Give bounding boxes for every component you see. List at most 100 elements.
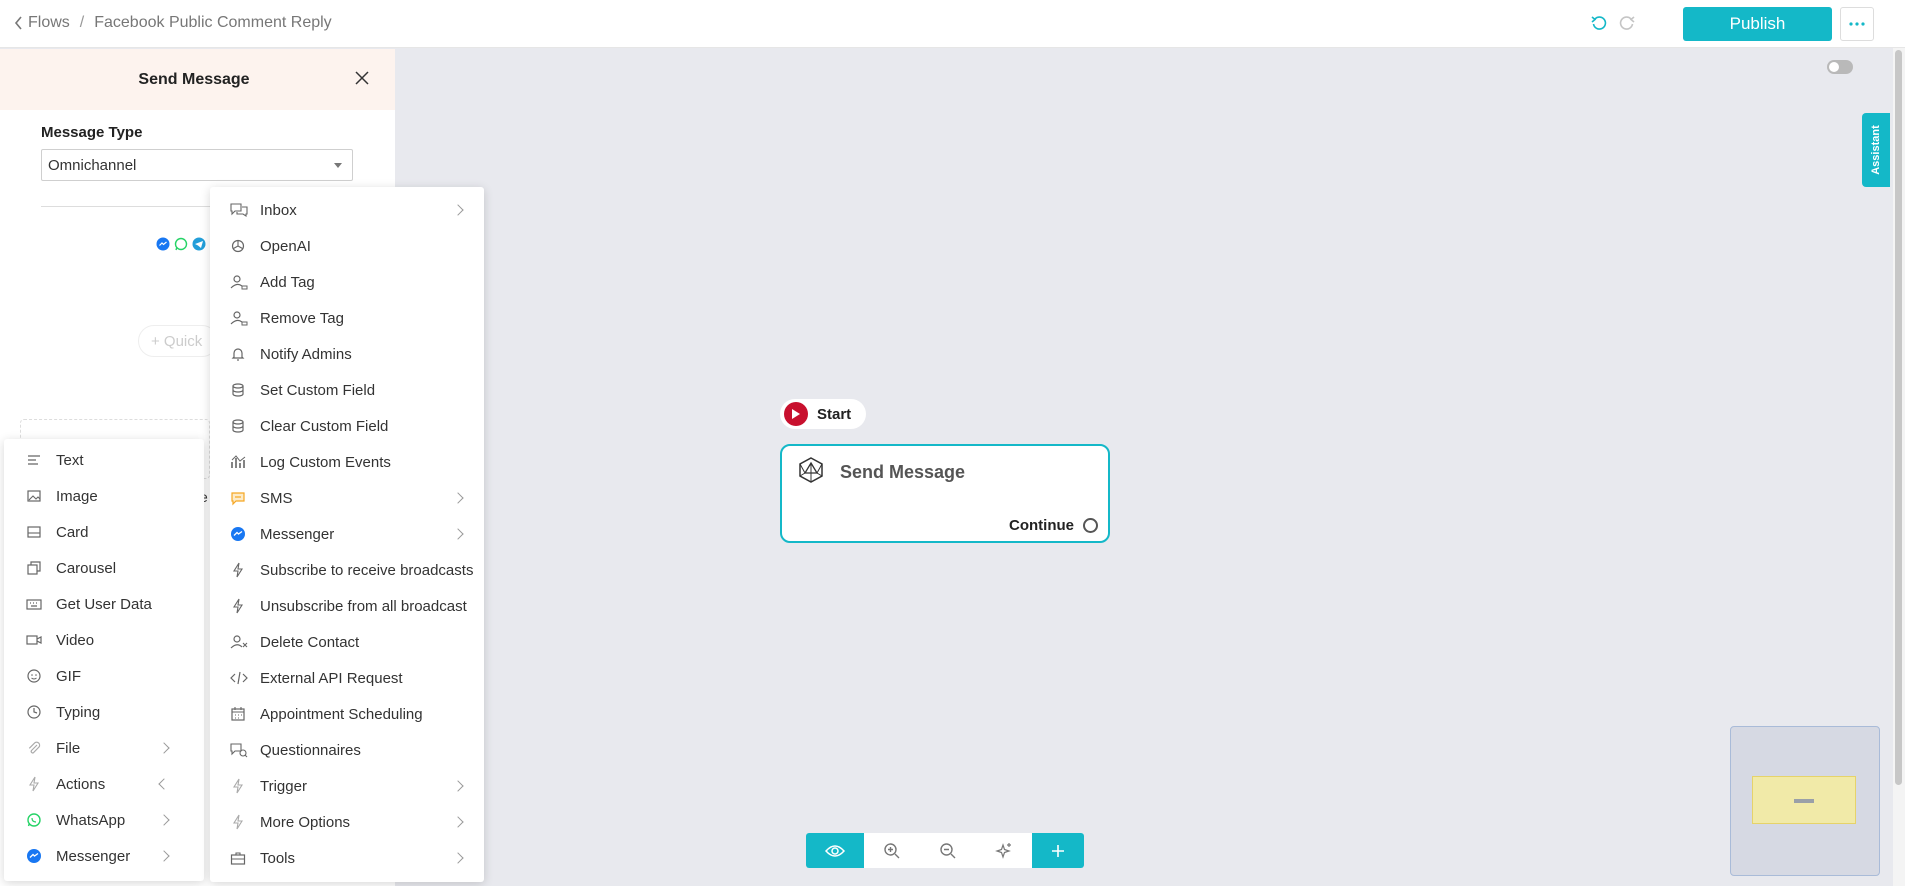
- menu-item-label: Text: [56, 451, 84, 469]
- menu-item-actions[interactable]: Actions: [26, 766, 196, 802]
- zoom-in-button[interactable]: [864, 833, 920, 868]
- start-node[interactable]: Start: [780, 399, 866, 429]
- menu-item-carousel[interactable]: Carousel: [26, 550, 196, 586]
- menu-item-label: Trigger: [260, 777, 307, 795]
- eye-icon: [825, 844, 845, 858]
- menu-item-messenger[interactable]: Messenger: [26, 838, 196, 874]
- gif-icon: [26, 668, 42, 684]
- video-icon: [26, 632, 42, 648]
- menu-item-label: WhatsApp: [56, 811, 126, 829]
- user-tag-icon: [230, 274, 248, 290]
- auto-arrange-button[interactable]: [976, 833, 1032, 868]
- menu-item-image[interactable]: Image: [26, 478, 196, 514]
- preview-button[interactable]: [806, 833, 864, 868]
- chart-icon: [230, 454, 246, 470]
- node-title: Send Message: [840, 462, 966, 482]
- menu-item-label: External API Request: [260, 669, 403, 687]
- message-type-select[interactable]: Omnichannel: [41, 149, 353, 181]
- menu-item-typing[interactable]: Typing: [26, 694, 196, 730]
- menu-item-label: Notify Admins: [260, 345, 352, 363]
- menu-item-inbox[interactable]: Inbox: [230, 192, 476, 228]
- menu-item-remove-tag[interactable]: Remove Tag: [230, 300, 476, 336]
- briefcase-icon: [230, 850, 246, 866]
- database-icon: [230, 418, 246, 434]
- menu-item-label: Typing: [56, 703, 101, 721]
- sms-icon: [230, 490, 246, 506]
- menu-item-subscribe-broadcasts[interactable]: Subscribe to receive broadcasts: [230, 552, 476, 588]
- top-bar: Flows / Facebook Public Comment Reply Pu…: [0, 0, 1905, 48]
- menu-item-more-options[interactable]: More Options: [230, 804, 476, 840]
- menu-item-unsubscribe-broadcast[interactable]: Unsubscribe from all broadcast: [230, 588, 476, 624]
- menu-item-questionnaires[interactable]: Questionnaires: [230, 732, 476, 768]
- menu-item-notify-admins[interactable]: Notify Admins: [230, 336, 476, 372]
- continue-port[interactable]: [1083, 518, 1098, 533]
- publish-button[interactable]: Publish: [1683, 7, 1832, 41]
- breadcrumb-flows-link[interactable]: Flows: [28, 14, 70, 32]
- play-icon: [784, 402, 808, 426]
- messenger-icon[interactable]: [156, 237, 170, 251]
- questionnaire-icon: [230, 742, 248, 758]
- message-type-label: Message Type: [41, 124, 143, 141]
- menu-item-log-custom-events[interactable]: Log Custom Events: [230, 444, 476, 480]
- menu-item-sms[interactable]: SMS: [230, 480, 476, 516]
- chevron-right-icon: [452, 492, 464, 504]
- paperclip-icon: [26, 740, 42, 756]
- whatsapp-icon[interactable]: [174, 237, 188, 251]
- panel-header: Send Message: [0, 49, 395, 110]
- menu-item-label: More Options: [260, 813, 351, 831]
- menu-item-clear-custom-field[interactable]: Clear Custom Field: [230, 408, 476, 444]
- menu-item-trigger[interactable]: Trigger: [230, 768, 476, 804]
- zoom-in-icon: [883, 842, 901, 860]
- add-node-button[interactable]: [1032, 833, 1084, 868]
- add-content-menu: Text Image Card Carousel Get User Data V…: [4, 439, 204, 881]
- hexagon-icon: [797, 456, 825, 484]
- close-icon[interactable]: [353, 69, 371, 87]
- zoom-out-icon: [939, 842, 957, 860]
- chevron-right-icon: [158, 742, 170, 754]
- chevron-right-icon: [158, 814, 170, 826]
- plus-icon: [1051, 844, 1065, 858]
- menu-item-label: Delete Contact: [260, 633, 360, 651]
- chevron-left-icon: [158, 778, 170, 790]
- send-message-node[interactable]: Send Message Continue: [780, 444, 1110, 543]
- menu-item-file[interactable]: File: [26, 730, 196, 766]
- menu-item-tools[interactable]: Tools: [230, 840, 476, 876]
- menu-item-video[interactable]: Video: [26, 622, 196, 658]
- redo-icon[interactable]: [1618, 14, 1636, 32]
- menu-item-get-user-data[interactable]: Get User Data: [26, 586, 196, 622]
- quick-reply-button[interactable]: + Quick: [138, 325, 218, 357]
- menu-item-external-api-request[interactable]: External API Request: [230, 660, 476, 696]
- menu-item-delete-contact[interactable]: Delete Contact: [230, 624, 476, 660]
- menu-item-appointment-scheduling[interactable]: Appointment Scheduling: [230, 696, 476, 732]
- calendar-icon: [230, 706, 246, 722]
- menu-item-set-custom-field[interactable]: Set Custom Field: [230, 372, 476, 408]
- zoom-out-button[interactable]: [920, 833, 976, 868]
- breadcrumb: Flows / Facebook Public Comment Reply: [14, 14, 332, 32]
- menu-item-text[interactable]: Text: [26, 442, 196, 478]
- menu-item-label: Get User Data: [56, 595, 152, 613]
- menu-item-label: Appointment Scheduling: [260, 705, 423, 723]
- menu-item-label: SMS: [260, 489, 293, 507]
- menu-item-label: Carousel: [56, 559, 117, 577]
- undo-icon[interactable]: [1590, 14, 1608, 32]
- bolt-icon: [26, 776, 42, 792]
- bolt-icon: [230, 562, 246, 578]
- menu-item-whatsapp[interactable]: WhatsApp: [26, 802, 196, 838]
- assistant-tab[interactable]: Assistant: [1862, 113, 1890, 187]
- more-options-button[interactable]: [1840, 7, 1874, 41]
- menu-item-add-tag[interactable]: Add Tag: [230, 264, 476, 300]
- menu-item-openai[interactable]: OpenAI: [230, 228, 476, 264]
- keyboard-icon: [26, 596, 42, 612]
- menu-item-card[interactable]: Card: [26, 514, 196, 550]
- scrollbar-thumb[interactable]: [1895, 50, 1902, 785]
- telegram-icon[interactable]: [192, 237, 206, 251]
- menu-item-gif[interactable]: GIF: [26, 658, 196, 694]
- messenger-icon: [230, 526, 246, 542]
- menu-item-label: Tools: [260, 849, 296, 867]
- menu-item-label: Inbox: [260, 201, 297, 219]
- menu-item-label: Remove Tag: [260, 309, 344, 327]
- bolt-icon: [230, 778, 246, 794]
- canvas-toggle[interactable]: [1827, 60, 1853, 74]
- menu-item-messenger[interactable]: Messenger: [230, 516, 476, 552]
- chevron-left-icon[interactable]: [14, 14, 28, 32]
